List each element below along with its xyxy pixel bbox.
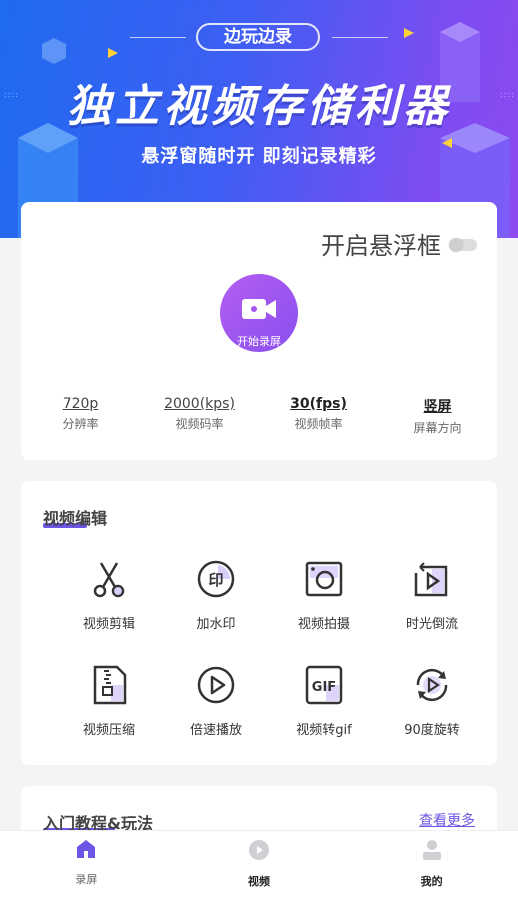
tool-video-shoot[interactable]: 视频拍摄 <box>265 557 383 632</box>
toggle-knob <box>449 238 463 252</box>
svg-text:GIF: GIF <box>312 680 336 695</box>
compress-icon <box>93 665 127 705</box>
stamp-icon: 印 <box>197 560 235 598</box>
tool-label: 倍速播放 <box>189 723 242 738</box>
param-resolution[interactable]: 720p 分辨率 <box>21 396 140 436</box>
tool-to-gif[interactable]: GIF 视频转gif <box>265 663 383 738</box>
param-framerate[interactable]: 30(fps) 视频帧率 <box>259 396 378 436</box>
tool-rotate[interactable]: 90度旋转 <box>373 663 491 738</box>
tool-video-cut[interactable]: 视频剪辑 <box>50 557 168 632</box>
svg-text:印: 印 <box>208 571 223 589</box>
param-key: 视频码率 <box>175 417 224 431</box>
tag-line-left <box>130 37 186 38</box>
home-icon <box>77 840 96 858</box>
banner-tag: 边玩边录 <box>196 23 320 51</box>
nav-label: 视频 <box>248 875 270 888</box>
param-value: 竖屏 <box>423 399 452 415</box>
tool-label: 时光倒流 <box>405 617 458 632</box>
video-icon <box>249 840 269 860</box>
user-icon <box>422 840 441 860</box>
banner-headline: 独立视频存储利器 <box>67 81 451 132</box>
rewind-icon <box>414 562 448 597</box>
scissors-icon <box>93 562 125 598</box>
floating-window-toggle[interactable] <box>449 238 477 252</box>
nav-video[interactable]: 视频 <box>173 831 346 900</box>
tool-label: 视频压缩 <box>82 723 135 738</box>
tool-speed-play[interactable]: 倍速播放 <box>157 663 275 738</box>
param-bitrate[interactable]: 2000(kps) 视频码率 <box>140 396 259 436</box>
nav-record[interactable]: 录屏 <box>0 831 173 900</box>
gif-icon: GIF <box>305 665 343 705</box>
start-record-button[interactable]: 开始录屏 <box>220 274 298 352</box>
tool-label: 视频剪辑 <box>82 617 135 632</box>
banner-subline: 悬浮窗随时开 即刻记录精彩 <box>141 146 377 167</box>
recorder-card: 开启悬浮框 开始录屏 720p 分辨率 2000(kps) 视频码率 30(fp… <box>21 202 497 460</box>
tool-watermark[interactable]: 印 加水印 <box>157 557 275 632</box>
video-edit-card: 视频编辑 视频剪辑 印 加水印 视频拍摄 时光倒流 视频压缩 倍速播放 GIF … <box>21 481 497 765</box>
param-value: 30(fps) <box>290 396 347 412</box>
param-key: 屏幕方向 <box>413 421 462 435</box>
nav-label: 录屏 <box>75 873 98 886</box>
play-speed-icon <box>197 666 235 704</box>
record-params: 720p 分辨率 2000(kps) 视频码率 30(fps) 视频帧率 竖屏 … <box>21 396 497 436</box>
param-key: 视频帧率 <box>294 417 343 431</box>
param-key: 分辨率 <box>62 417 99 431</box>
section-title-text: 视频编辑 <box>43 509 108 528</box>
bottom-nav: 录屏 视频 我的 <box>0 830 518 900</box>
section-title: 视频编辑 <box>43 505 107 529</box>
param-value: 720p <box>62 396 99 412</box>
tag-line-right <box>332 37 388 38</box>
nav-label: 我的 <box>420 875 443 888</box>
param-value: 2000(kps) <box>164 396 235 412</box>
rotate-icon <box>416 668 448 702</box>
decor-triangle <box>108 48 118 58</box>
see-more-link[interactable]: 查看更多 <box>419 810 475 830</box>
nav-mine[interactable]: 我的 <box>345 831 518 900</box>
tool-label: 视频拍摄 <box>297 617 350 632</box>
tool-label: 视频转gif <box>296 723 352 738</box>
tool-label: 加水印 <box>196 617 236 632</box>
decor-cube-small <box>42 38 66 64</box>
camera-icon <box>305 561 343 597</box>
start-record-label: 开始录屏 <box>237 335 281 348</box>
tool-rewind[interactable]: 时光倒流 <box>373 557 491 632</box>
tool-label: 90度旋转 <box>404 723 460 738</box>
decor-triangle-2 <box>404 28 414 38</box>
tool-compress[interactable]: 视频压缩 <box>50 663 168 738</box>
param-orientation[interactable]: 竖屏 屏幕方向 <box>378 396 497 436</box>
floating-window-label: 开启悬浮框 <box>321 232 441 260</box>
video-camera-icon <box>242 299 276 319</box>
